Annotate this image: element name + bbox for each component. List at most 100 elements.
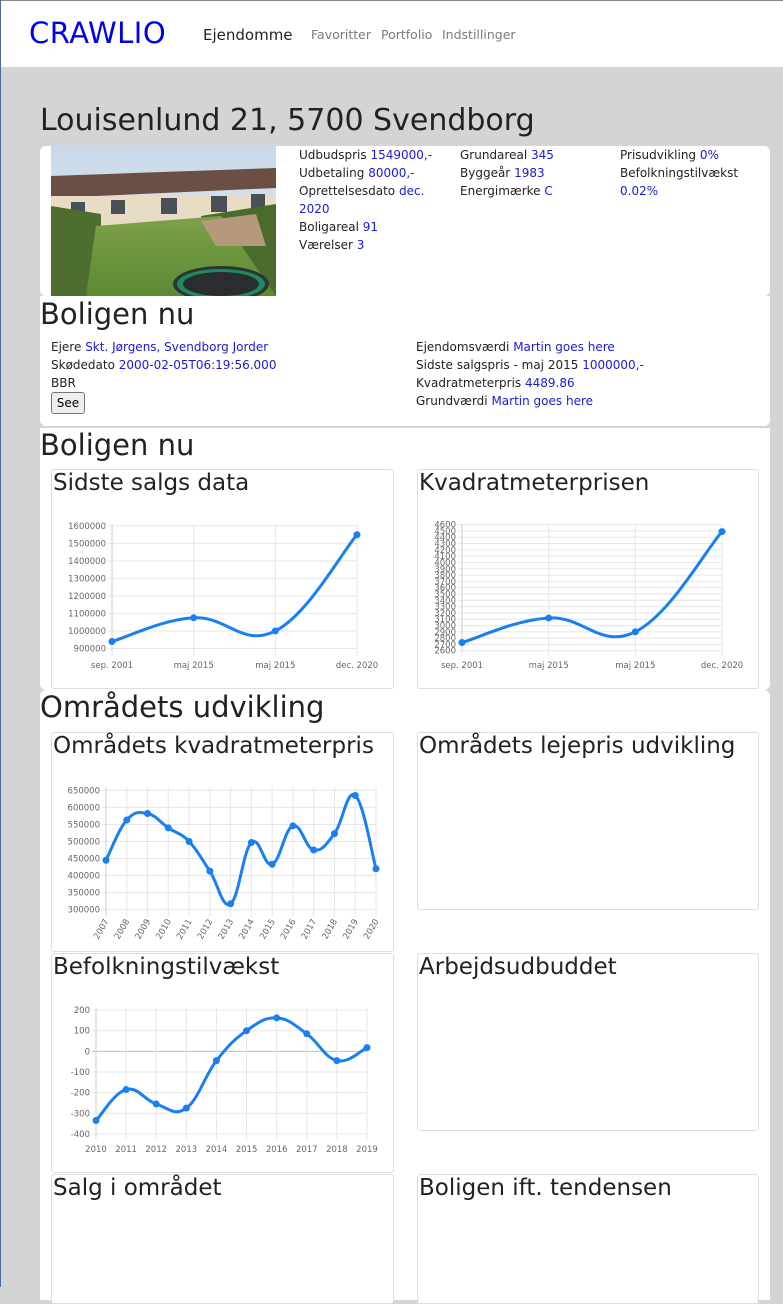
data-point[interactable]	[545, 614, 553, 622]
ejere-row: Ejere Skt. Jørgens, Svendborg Jorder	[51, 338, 268, 356]
data-point[interactable]	[458, 639, 466, 647]
data-point[interactable]	[363, 1044, 371, 1052]
data-point[interactable]	[353, 531, 361, 539]
data-point[interactable]	[351, 792, 359, 800]
x-tick-label: maj 2015	[529, 661, 569, 671]
y-tick-label: 550000	[68, 820, 100, 830]
ejere-value: Skt. Jørgens, Svendborg Jorder	[85, 340, 269, 354]
x-tick-label: 2014	[206, 1145, 228, 1155]
x-tick-label: sep. 2001	[91, 661, 133, 671]
x-tick-label: 2014	[238, 918, 257, 942]
data-point[interactable]	[268, 860, 276, 868]
y-tick-label: 200	[74, 1006, 90, 1016]
data-point[interactable]	[247, 839, 255, 847]
nav-portfolio[interactable]: Portfolio	[381, 27, 432, 42]
data-point[interactable]	[303, 1030, 311, 1038]
nav-ejendomme[interactable]: Ejendomme	[203, 26, 293, 44]
x-tick-label: 2009	[134, 918, 153, 942]
befolkning-label-row: Befolkningstilvækst	[620, 164, 770, 182]
data-point[interactable]	[102, 856, 110, 864]
chart-card-omraadets-lejepris: Områdets lejepris udvikling	[417, 732, 759, 910]
y-tick-label: 450000	[68, 855, 100, 865]
data-point[interactable]	[289, 822, 297, 830]
x-tick-label: 2007	[92, 918, 111, 942]
chart-title-arbejdsudbuddet: Arbejdsudbuddet	[419, 954, 617, 980]
nav-favoritter[interactable]: Favoritter	[311, 27, 371, 42]
data-point[interactable]	[190, 614, 198, 622]
x-tick-label: 2012	[145, 1145, 167, 1155]
data-point[interactable]	[271, 627, 279, 635]
oprettelsesdato-value-b: 2020	[299, 202, 330, 216]
data-point[interactable]	[144, 810, 152, 818]
prisudvikling-label: Prisudvikling	[620, 148, 697, 162]
grundareal-row: Grundareal 345	[460, 146, 618, 164]
x-tick-label: 2017	[296, 1145, 318, 1155]
x-tick-label: 2010	[85, 1145, 107, 1155]
property-photo	[51, 146, 276, 296]
data-point[interactable]	[123, 816, 131, 824]
data-point[interactable]	[164, 824, 172, 832]
chart-card-arbejdsudbuddet: Arbejdsudbuddet	[417, 953, 759, 1131]
udbudspris-label: Udbudspris	[299, 148, 367, 162]
chart-title-omraadets-lejepris: Områdets lejepris udvikling	[419, 733, 736, 759]
data-point[interactable]	[243, 1027, 251, 1035]
data-point[interactable]	[333, 1057, 341, 1065]
nav-indstillinger[interactable]: Indstillinger	[442, 27, 516, 42]
data-point[interactable]	[273, 1014, 281, 1022]
y-tick-label: -300	[71, 1109, 90, 1119]
x-tick-label: 2013	[176, 1145, 198, 1155]
data-point[interactable]	[206, 867, 214, 875]
data-point[interactable]	[310, 846, 318, 854]
data-point[interactable]	[330, 830, 338, 838]
chart-card-omraadets-kvadratmeterpris: Områdets kvadratmeterpris 300000 350000 40…	[51, 732, 394, 952]
prisudvikling-row: Prisudvikling 0%	[620, 146, 770, 164]
ejendomsvaerdi-value: Martin goes here	[513, 340, 615, 354]
befolkning-value-row: 0.02%	[620, 182, 770, 200]
ejere-label: Ejere	[51, 340, 82, 354]
y-tick-label: 400000	[68, 872, 100, 882]
y-tick-label: 500000	[68, 837, 100, 847]
energimaerke-value: C	[544, 184, 553, 198]
x-tick-label: 2019	[341, 918, 360, 942]
y-tick-label: 0	[85, 1047, 90, 1057]
x-tick-label: 2013	[217, 918, 236, 942]
y-tick-label: 1100000	[68, 609, 106, 619]
data-point[interactable]	[227, 900, 235, 908]
data-point[interactable]	[108, 637, 116, 645]
data-point[interactable]	[185, 837, 193, 845]
chart-card-befolkningstilvaekst: Befolkningstilvækst -400 -300 -200 -100 0 100…	[51, 953, 394, 1173]
x-tick-label: 2017	[300, 918, 319, 942]
data-point[interactable]	[152, 1100, 160, 1108]
sidste-salgspris-row: Sidste salgspris - maj 2015 1000000,-	[416, 356, 644, 374]
chart-card-boligen-ift-tendensen: Boligen ift. tendensen	[417, 1174, 759, 1304]
y-tick-label: 1200000	[68, 592, 106, 602]
ejendomsvaerdi-row: Ejendomsværdi Martin goes here	[416, 338, 615, 356]
property-facts-col2: Grundareal 345 Byggeår 1983 Energimærke …	[460, 146, 618, 200]
brand-logo[interactable]: CRAWLIO	[29, 16, 166, 50]
y-tick-label: 300000	[68, 906, 100, 916]
data-point[interactable]	[92, 1117, 100, 1125]
chart-card-salg-i-omraadet: Salg i området	[51, 1174, 394, 1304]
sidste-salgspris-value: 1000000,-	[582, 358, 644, 372]
data-point[interactable]	[212, 1057, 220, 1065]
energimaerke-label: Energimærke	[460, 184, 541, 198]
y-tick-label: 1600000	[68, 522, 106, 532]
data-point[interactable]	[718, 528, 726, 536]
oprettelsesdato-label: Oprettelsesdato	[299, 184, 396, 198]
data-point[interactable]	[122, 1086, 130, 1094]
y-tick-label: 600000	[68, 803, 100, 813]
data-point[interactable]	[182, 1104, 190, 1112]
y-tick-label: 350000	[68, 889, 100, 899]
grundvaerdi-label: Grundværdi	[416, 394, 488, 408]
skoedato-value: 2000-02-05T06:19:56.000	[118, 358, 277, 372]
y-tick-label: 1300000	[68, 574, 106, 584]
data-point[interactable]	[372, 865, 380, 873]
sidste-salgspris-label: Sidste salgspris - maj 2015	[416, 358, 579, 372]
x-tick-label: 2010	[154, 918, 173, 942]
data-point[interactable]	[631, 628, 639, 636]
y-tick-label: 4600	[434, 521, 456, 531]
boligareal-label: Boligareal	[299, 220, 359, 234]
byggeaar-label: Byggeår	[460, 166, 511, 180]
see-button[interactable]: See	[51, 392, 85, 414]
x-tick-label: 2016	[266, 1145, 288, 1155]
